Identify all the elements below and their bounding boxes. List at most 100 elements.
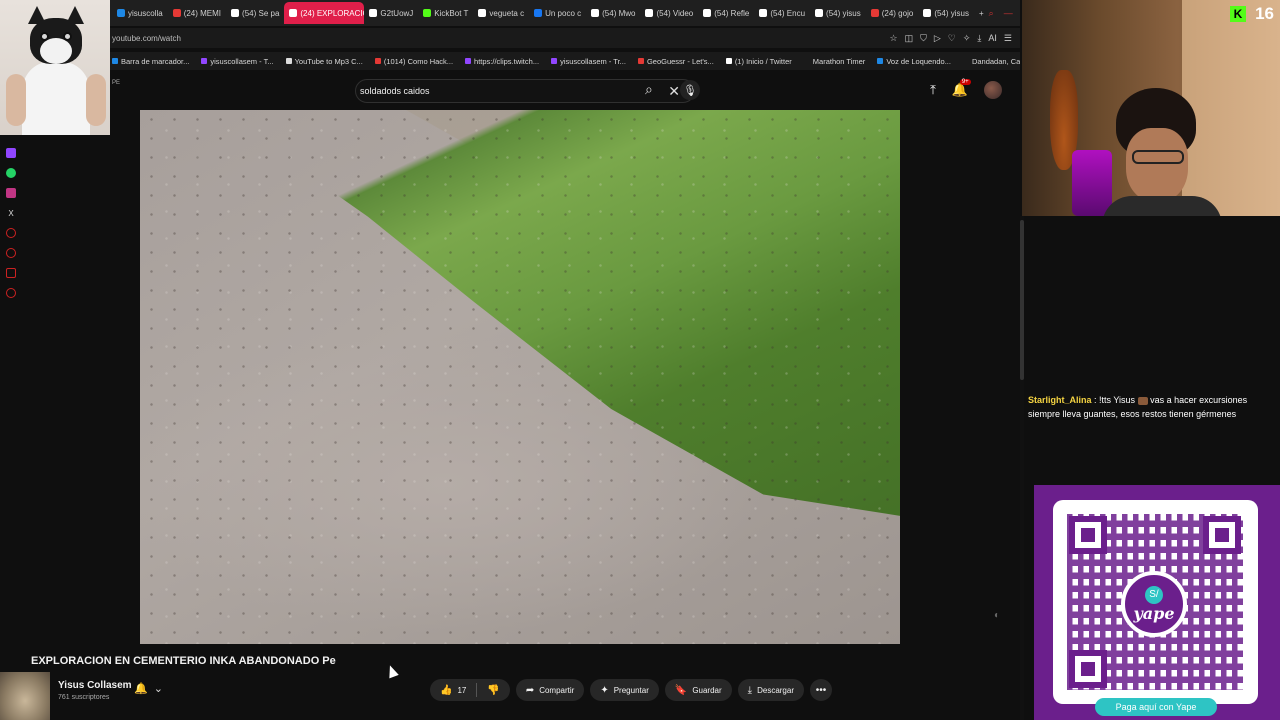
- streamer-body: [1102, 196, 1222, 216]
- video-actions: 👍 17 👎 ➦ Compartir ✦ Preguntar 🔖 Guardar…: [430, 679, 832, 701]
- shield-icon[interactable]: ⛉: [920, 33, 927, 44]
- notification-badge: 9+: [959, 79, 971, 85]
- streamer-face: [1126, 128, 1188, 202]
- browser-tab[interactable]: (54) Mwo: [586, 2, 640, 24]
- tab-favicon-icon: [645, 9, 654, 17]
- browser-tab[interactable]: (54) Refle: [698, 2, 754, 24]
- browser-tab[interactable]: (24) EXPLORACIO: [284, 2, 365, 24]
- side-panel: X: [0, 140, 22, 360]
- tab-favicon-icon: [591, 9, 600, 17]
- bookmark-star-icon[interactable]: ☆: [890, 33, 898, 44]
- download-button[interactable]: ⤓ Descargar: [737, 679, 804, 701]
- clear-search-icon[interactable]: ✕: [668, 83, 680, 100]
- browser-tab[interactable]: (54) yisus: [918, 2, 974, 24]
- tab-label: (54) yisus: [934, 8, 969, 18]
- bookmark-item[interactable]: (1014) Como Hack...: [374, 57, 453, 66]
- settings-icon[interactable]: [6, 288, 16, 298]
- cat-eye: [63, 32, 72, 41]
- address-bar: youtube.com/watch ☆ ◫ ⛉ ▷ ♡ ✧ ⤓ AI ☰: [110, 28, 1020, 48]
- search-icon[interactable]: ⌕: [645, 81, 653, 98]
- browser-tab[interactable]: Un poco c: [529, 2, 586, 24]
- minimize-icon[interactable]: —: [1004, 8, 1013, 19]
- tab-label: (54) Refle: [714, 8, 750, 18]
- bookmark-item[interactable]: Dandadan, Capitul...: [962, 57, 1020, 66]
- bookmark-item[interactable]: Marathon Timer: [803, 57, 865, 66]
- puzzle-icon[interactable]: ✧: [963, 33, 971, 44]
- gaming-chair: [1072, 150, 1112, 216]
- user-avatar[interactable]: [984, 81, 1002, 99]
- heart-icon[interactable]: ♡: [948, 33, 956, 44]
- browser-tab[interactable]: yisuscolla: [112, 2, 168, 24]
- record-icon[interactable]: [6, 228, 16, 238]
- ai-icon[interactable]: AI: [988, 33, 997, 44]
- browser-tab[interactable]: (54) Encu: [754, 2, 810, 24]
- browser-tab[interactable]: (54) Video: [640, 2, 698, 24]
- extension-panel-icon[interactable]: [6, 268, 16, 278]
- yape-wordmark: yape: [1133, 603, 1175, 623]
- browser-tab[interactable]: (24) gojo: [866, 2, 919, 24]
- tab-favicon-icon: [369, 9, 378, 17]
- browser-tab[interactable]: (24) MEMI: [168, 2, 226, 24]
- more-actions-icon[interactable]: •••: [810, 679, 832, 701]
- bookmark-item[interactable]: Barra de marcador...: [112, 57, 189, 66]
- scrollbar-thumb[interactable]: [1020, 220, 1024, 380]
- x-icon[interactable]: X: [6, 208, 16, 218]
- bookmark-item[interactable]: YouTube to Mp3 C...: [285, 56, 363, 66]
- share-label: Compartir: [539, 685, 575, 695]
- whatsapp-icon[interactable]: [6, 168, 16, 178]
- video-frame-texture: [140, 110, 900, 644]
- extension-icon[interactable]: ◫: [905, 33, 914, 44]
- bookmark-item[interactable]: (1) Inicio / Twitter: [725, 57, 792, 66]
- chat-message: Starlight_Alina : !tts Yisus vas a hacer…: [1028, 393, 1274, 421]
- miniplayer-icon[interactable]: ◐: [994, 610, 1000, 621]
- bookmark-item[interactable]: GeoGuessr - Let's...: [637, 57, 714, 66]
- microphone-icon[interactable]: 🎙: [680, 80, 700, 100]
- viewer-count: 16: [1255, 4, 1274, 23]
- save-button[interactable]: 🔖 Guardar: [664, 679, 732, 701]
- tab-label: KickBot T: [434, 8, 469, 18]
- instagram-icon[interactable]: [6, 188, 16, 198]
- download-manager-icon[interactable]: ⤓: [977, 33, 981, 44]
- upload-icon[interactable]: ⤒: [930, 82, 936, 98]
- save-label: Guardar: [692, 685, 722, 695]
- ask-button[interactable]: ✦ Preguntar: [590, 679, 659, 701]
- subscription-bell-button[interactable]: 🔔 ⌄: [134, 682, 163, 695]
- thumbs-down-icon[interactable]: 👎: [487, 685, 499, 696]
- channel-avatar[interactable]: [0, 672, 50, 720]
- menu-icon[interactable]: ☰: [1004, 33, 1012, 44]
- like-divider: [476, 683, 478, 697]
- tab-label: (54) yisus: [826, 8, 861, 18]
- chat-text: !tts Yisus: [1099, 395, 1136, 405]
- bookmark-item[interactable]: https://clips.twitch...: [465, 57, 539, 66]
- bookmark-item[interactable]: yisuscollasem - Tr...: [551, 57, 626, 66]
- hand: [6, 74, 26, 126]
- new-tab-button[interactable]: +: [974, 2, 989, 24]
- play-icon[interactable]: ▷: [934, 33, 941, 44]
- youtube-header: PE soldadods caidos ✕ ⌕ 🎙 ⤒ 🔔 9+: [110, 72, 1020, 110]
- bookmark-item[interactable]: yisuscollasem - T...: [201, 57, 274, 66]
- search-input[interactable]: soldadods caidos ✕: [355, 79, 695, 103]
- url-field[interactable]: youtube.com/watch: [112, 34, 890, 43]
- chevron-down-icon: ⌄: [153, 683, 163, 695]
- history-icon[interactable]: [6, 248, 16, 258]
- tab-favicon-icon: [870, 9, 879, 17]
- share-button[interactable]: ➦ Compartir: [515, 679, 585, 701]
- wood-wall: [1182, 0, 1280, 216]
- notifications-bell-icon[interactable]: 🔔 9+: [952, 79, 971, 98]
- search-tabs-icon[interactable]: ⌕: [989, 8, 994, 19]
- tab-label: vegueta c: [489, 8, 525, 18]
- tab-favicon-icon: [289, 9, 298, 17]
- kick-logo-icon: K: [1230, 6, 1246, 22]
- browser-tab[interactable]: (54) Se pa: [226, 2, 284, 24]
- browser-tab[interactable]: KickBot T: [418, 2, 473, 24]
- bookmark-label: YouTube to Mp3 C...: [294, 56, 363, 66]
- bookmark-item[interactable]: Voz de Loquendo...: [877, 57, 951, 66]
- like-button[interactable]: 👍 17: [440, 685, 466, 696]
- browser-tab-strip: yisuscolla (24) MEMI (54) Se pa (24) EXPLOR…: [110, 0, 1020, 26]
- video-player[interactable]: [140, 110, 900, 644]
- browser-tab[interactable]: (54) yisus: [810, 2, 866, 24]
- browser-tab[interactable]: G2tUowJ: [364, 2, 418, 24]
- channel-name[interactable]: Yisus Collasem: [58, 680, 132, 691]
- twitch-icon[interactable]: [6, 148, 16, 158]
- browser-tab[interactable]: vegueta c: [473, 2, 529, 24]
